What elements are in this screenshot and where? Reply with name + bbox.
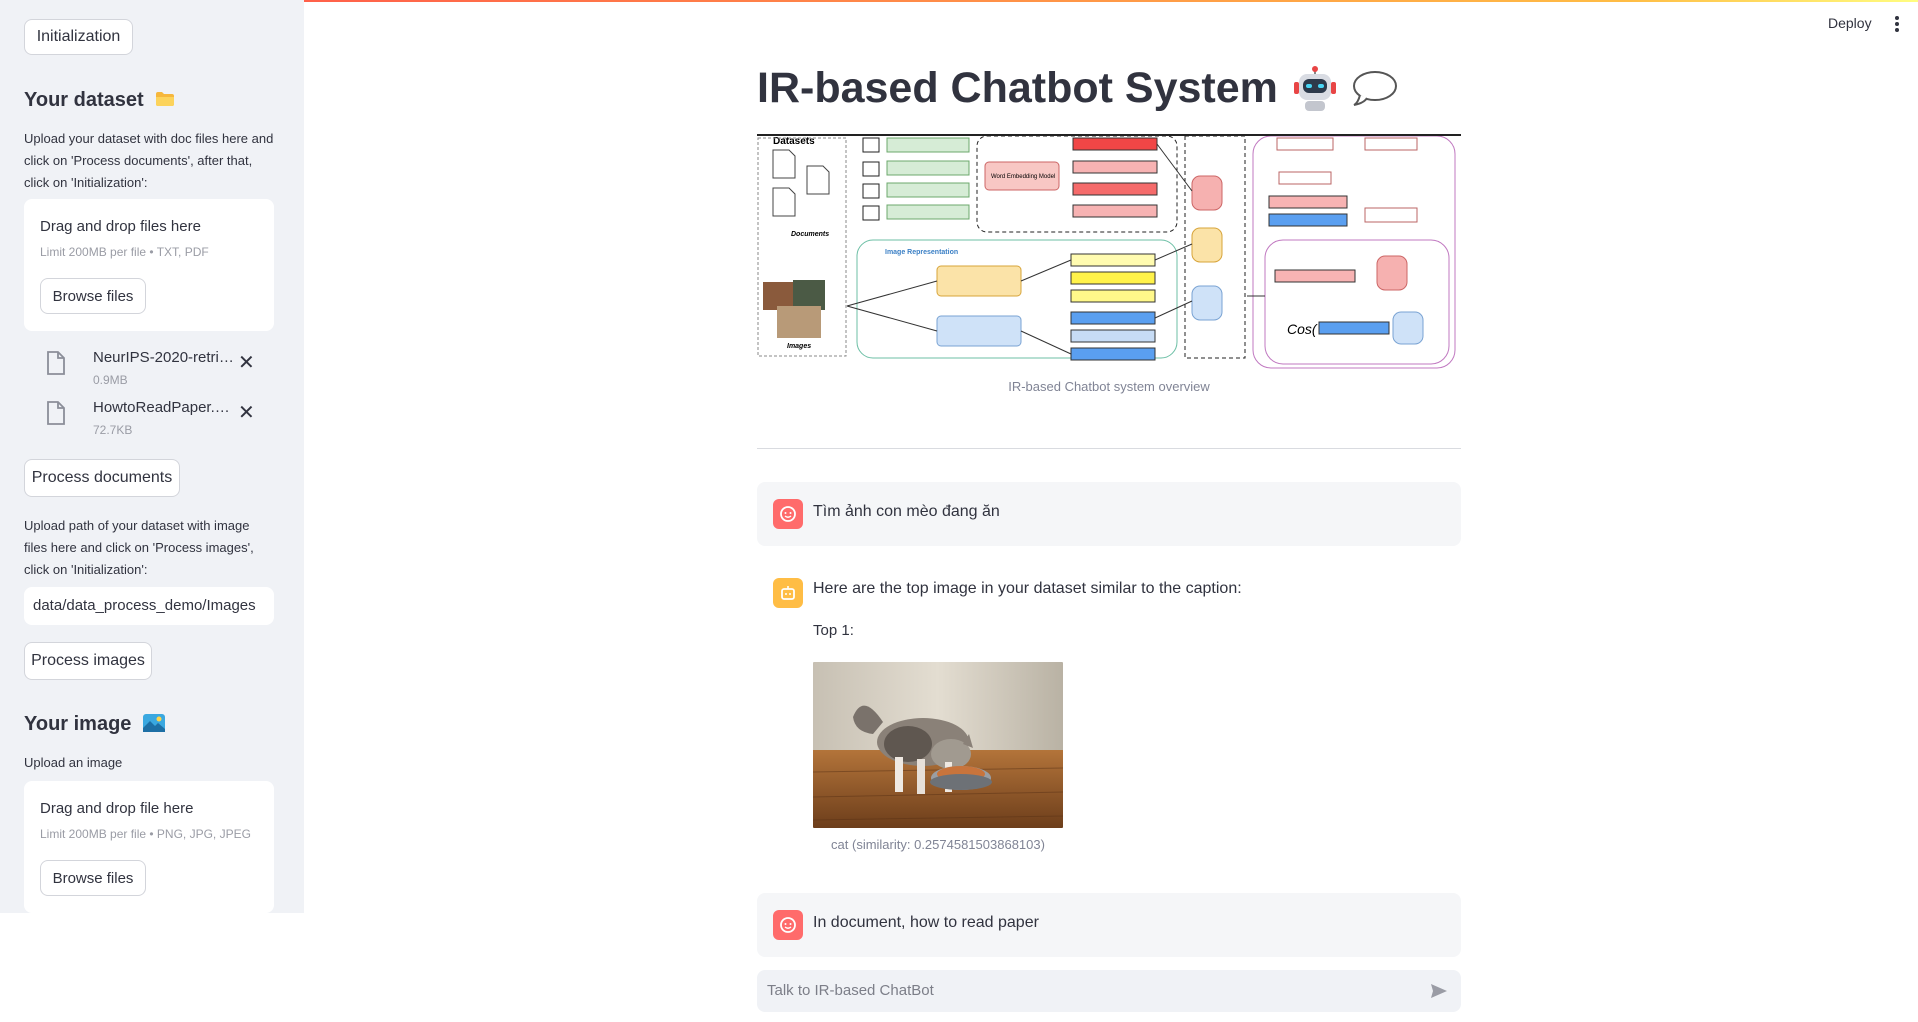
message-text: Tìm ảnh con mèo đang ăn [813, 503, 1000, 520]
chat-message-user: Tìm ảnh con mèo đang ăn [757, 482, 1461, 546]
image-heading: Your image [24, 713, 165, 736]
chat-input-placeholder: Talk to IR-based ChatBot [767, 982, 934, 999]
diagram-caption: IR-based Chatbot system overview [1008, 379, 1210, 394]
top-result-label: Top 1: [813, 622, 854, 639]
system-overview-diagram: Datasets Documents Images Word Embedding… [757, 134, 1461, 369]
image-dropzone-limit: Limit 200MB per file • PNG, JPG, JPEG [40, 827, 251, 841]
remove-file-icon[interactable]: ✕ [238, 353, 255, 373]
main-menu-icon[interactable] [1895, 16, 1899, 32]
chat-message-user: In document, how to read paper [757, 893, 1461, 957]
svg-text:Images: Images [787, 343, 811, 350]
remove-file-icon[interactable]: ✕ [238, 403, 255, 423]
image-upload-label: Upload an image [24, 755, 123, 770]
result-image-caption: cat (similarity: 0.2574581503868103) [831, 837, 1045, 852]
message-text: Here are the top image in your dataset s… [813, 580, 1242, 597]
image-dropzone[interactable]: Drag and drop file here Limit 200MB per … [24, 781, 274, 913]
page-title: IR-based Chatbot System [757, 64, 1398, 113]
deploy-button[interactable]: Deploy [1828, 15, 1872, 31]
dataset-heading: Your dataset [24, 89, 175, 112]
image-path-help-text: Upload path of your dataset with image f… [24, 518, 254, 577]
doc-browse-files-button[interactable]: Browse files [40, 278, 146, 314]
file-name: NeurIPS-2020-retri… [93, 349, 234, 366]
robot-icon [1292, 65, 1338, 112]
svg-text:Image Representation: Image Representation [885, 249, 958, 256]
doc-dropzone-limit: Limit 200MB per file • TXT, PDF [40, 245, 209, 259]
initialization-button[interactable]: Initialization [24, 19, 133, 55]
speech-bubble-icon [1350, 69, 1398, 109]
svg-text:Documents: Documents [791, 231, 829, 238]
message-text: In document, how to read paper [813, 914, 1039, 931]
chat-input[interactable]: Talk to IR-based ChatBot [757, 970, 1461, 1012]
section-divider [757, 448, 1461, 449]
folder-icon [155, 90, 175, 106]
image-dropzone-title: Drag and drop file here [40, 800, 194, 817]
bot-avatar-icon [773, 578, 803, 608]
svg-text:Cos(: Cos( [1287, 321, 1318, 337]
file-icon [47, 351, 65, 375]
doc-dropzone-title: Drag and drop files here [40, 218, 201, 235]
uploaded-file-row: NeurIPS-2020-retri… 0.9MB ✕ [44, 347, 264, 395]
send-icon[interactable] [1429, 981, 1449, 1001]
chat-message-assistant: Here are the top image in your dataset s… [757, 563, 1461, 863]
user-avatar-icon [773, 910, 803, 940]
system-overview-diagram-graphic: Datasets Documents Images Word Embedding… [757, 136, 1456, 369]
process-documents-button[interactable]: Process documents [24, 459, 180, 497]
file-size: 0.9MB [93, 373, 128, 387]
result-image [813, 662, 1063, 828]
svg-text:Word Embedding Model: Word Embedding Model [991, 174, 1055, 180]
uploaded-file-row: HowtoReadPaper.pdf 72.7KB ✕ [44, 397, 264, 445]
file-size: 72.7KB [93, 423, 133, 437]
picture-icon [143, 714, 165, 732]
process-images-button[interactable]: Process images [24, 642, 152, 680]
file-name: HowtoReadPaper.pdf [93, 399, 235, 416]
image-path-input[interactable]: data/data_process_demo/Images [24, 587, 274, 625]
file-icon [47, 401, 65, 425]
image-browse-files-button[interactable]: Browse files [40, 860, 146, 896]
doc-dropzone[interactable]: Drag and drop files here Limit 200MB per… [24, 199, 274, 331]
user-avatar-icon [773, 499, 803, 529]
sidebar: Initialization Your dataset Upload your … [0, 0, 304, 913]
dataset-help-text: Upload your dataset with doc files here … [24, 131, 274, 190]
